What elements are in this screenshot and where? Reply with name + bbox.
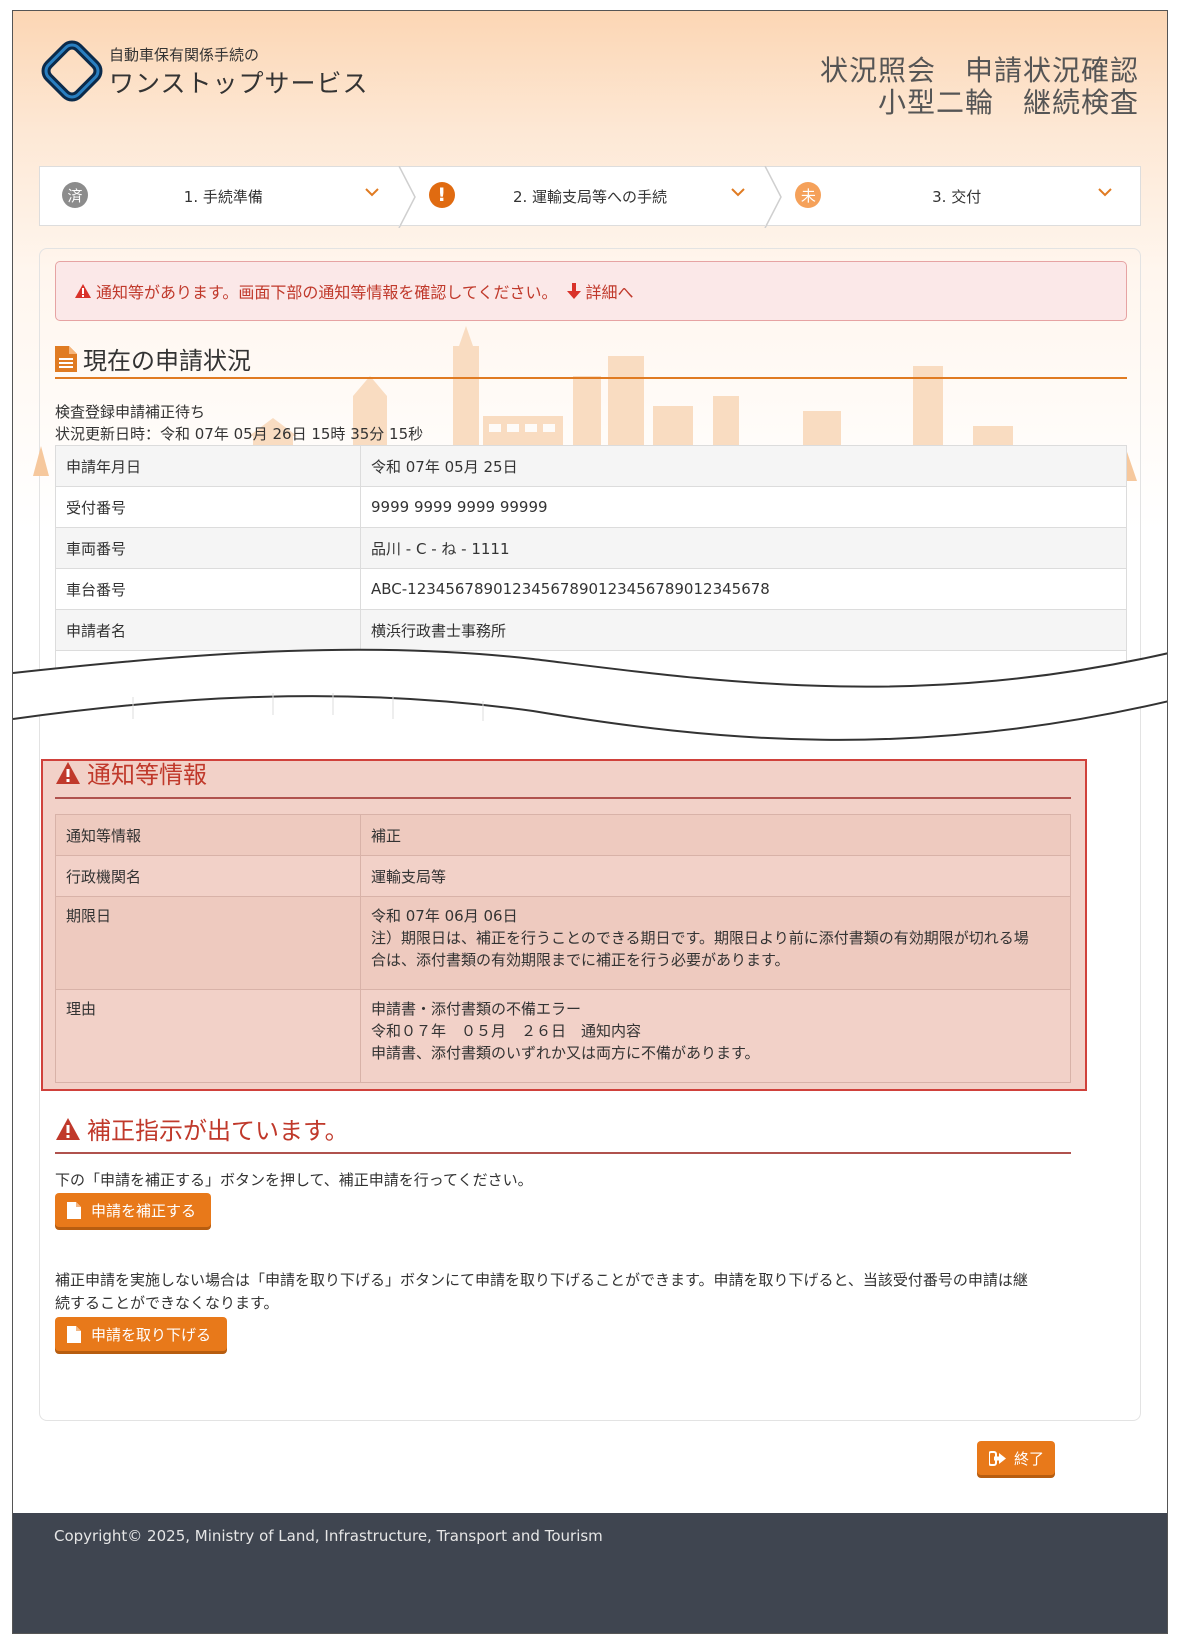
row-key: 理由 — [55, 989, 361, 1083]
application-status: 検査登録申請補正待ち — [55, 403, 206, 421]
correction-heading: 補正指示が出ています。 — [55, 1111, 349, 1146]
step-separator — [398, 166, 416, 228]
table-row: 車両番号 品川 - C - ね - 1111 — [55, 527, 1127, 569]
deadline-note: 注）期限日は、補正を行うことのできる期日です。期限日より前に添付書類の有効期限が… — [371, 929, 1029, 947]
notification-alert: 通知等があります。画面下部の通知等情報を確認してください。 詳細へ — [55, 261, 1127, 321]
table-row: 通知等情報 補正 — [55, 814, 1071, 856]
notice-divider — [55, 797, 1071, 799]
step-2-label: 2. 運輸支局等への手続 — [512, 188, 668, 206]
warning-icon — [56, 761, 80, 784]
withdraw-application-button[interactable]: 申請を取り下げる — [55, 1317, 227, 1351]
row-value: 令和 07年 05月 25日 — [360, 445, 1127, 487]
chevron-down-icon — [1098, 188, 1112, 197]
arrow-down-icon — [567, 283, 582, 299]
sign-out-icon — [989, 1450, 1006, 1466]
chevron-down-icon — [731, 188, 746, 197]
table-row: 申請年月日 令和 07年 05月 25日 — [55, 445, 1127, 487]
page-frame: 自動車保有関係手続の ワンストップサービス 状況照会 申請状況確認 小型二輪 継… — [12, 10, 1168, 1634]
brand-title: ワンストップサービス — [109, 69, 369, 98]
row-key: 期限日 — [55, 896, 361, 990]
deadline-date: 令和 07年 06月 06日 — [371, 907, 518, 925]
row-key: 受付番号 — [55, 486, 361, 528]
step-3-toggle[interactable]: 未 3. 交付 — [773, 167, 1140, 225]
table-row: 車台番号 ABC-12345678901234567890123456789012… — [55, 568, 1127, 610]
row-value: ABC-123456789012345678901234567890123456… — [360, 568, 1127, 610]
notice-title: 通知等情報 — [87, 761, 207, 789]
withdraw-button-label: 申請を取り下げる — [91, 1325, 212, 1344]
row-key: 通知等情報 — [55, 814, 361, 856]
current-status-heading: 現在の申請状況 — [55, 341, 251, 376]
chevron-down-icon — [364, 188, 379, 197]
step-3-label: 3. 交付 — [932, 188, 982, 206]
exit-button-label: 終了 — [1014, 1449, 1045, 1468]
footer: Copyright© 2025, Ministry of Land, Infra… — [13, 1513, 1167, 1633]
withdraw-explanation-1: 補正申請を実施しない場合は「申請を取り下げる」ボタンにて申請を取り下げることがで… — [55, 1271, 1028, 1289]
copyright-text: Copyright© 2025, Ministry of Land, Infra… — [54, 1527, 603, 1545]
reason-line: 申請書・添付書類の不備エラー — [371, 1000, 582, 1018]
row-value: 品川 - C - ね - 1111 — [360, 527, 1127, 569]
correct-application-button[interactable]: 申請を補正する — [55, 1193, 211, 1227]
current-status-title: 現在の申請状況 — [83, 347, 251, 375]
notice-info-table: 通知等情報 補正 行政機関名 運輸支局等 期限日 令和 07年 06月 06日 … — [55, 814, 1071, 1083]
row-key: 車台番号 — [55, 568, 361, 610]
correction-instruction: 下の「申請を補正する」ボタンを押して、補正申請を行ってください。 — [55, 1171, 533, 1189]
step-separator — [764, 166, 783, 228]
status-updated-time: 状況更新日時：令和 07年 05月 26日 15時 35分 15秒 — [55, 425, 424, 443]
reason-line: 申請書、添付書類のいずれか又は両方に不備があります。 — [371, 1044, 760, 1062]
file-icon — [67, 1201, 81, 1219]
exit-button[interactable]: 終了 — [977, 1441, 1055, 1475]
file-icon — [67, 1325, 81, 1343]
row-value: 申請書・添付書類の不備エラー 令和０７年 ０５月 ２６日 通知内容 申請書、添付… — [360, 989, 1071, 1083]
row-value: 補正 — [360, 814, 1071, 856]
page-break-wave — [13, 648, 1167, 741]
warning-icon — [56, 1117, 80, 1140]
progress-stepper: 済 1. 手続準備 ! 2. 運輸支局等への手続 未 3. 交付 — [39, 166, 1141, 228]
correct-button-label: 申請を補正する — [91, 1201, 197, 1220]
correction-title: 補正指示が出ています。 — [87, 1117, 349, 1145]
table-row: 理由 申請書・添付書類の不備エラー 令和０７年 ０５月 ２６日 通知内容 申請書… — [55, 989, 1071, 1083]
row-value: 9999 9999 9999 99999 — [360, 486, 1127, 528]
step-1-label: 1. 手続準備 — [183, 188, 263, 206]
warning-icon — [75, 284, 91, 298]
page-subtitle: 小型二輪 継続検査 — [877, 86, 1139, 119]
row-key: 行政機関名 — [55, 855, 361, 897]
correction-divider — [55, 1152, 1071, 1154]
step-2-toggle[interactable]: ! 2. 運輸支局等への手続 — [407, 166, 783, 228]
deadline-note-cont: 合は、添付書類の有効期限までに補正を行う必要があります。 — [371, 951, 790, 969]
table-row: 行政機関名 運輸支局等 — [55, 855, 1071, 897]
row-value: 令和 07年 06月 06日 注）期限日は、補正を行うことのできる期日です。期限… — [360, 896, 1071, 990]
notice-heading: 通知等情報 — [55, 755, 207, 790]
detail-link[interactable]: 詳細へ — [585, 279, 633, 303]
brand-subtitle: 自動車保有関係手続の — [109, 46, 260, 64]
row-key: 申請年月日 — [55, 445, 361, 487]
withdraw-explanation-2: 続することができなくなります。 — [55, 1294, 279, 1312]
alert-message: 通知等があります。画面下部の通知等情報を確認してください。 — [96, 283, 558, 302]
logo-icon — [41, 40, 103, 102]
row-value: 運輸支局等 — [360, 855, 1071, 897]
document-icon — [55, 345, 77, 372]
step-1-toggle[interactable]: 済 1. 手続準備 — [40, 166, 416, 228]
table-row: 受付番号 9999 9999 9999 99999 — [55, 486, 1127, 528]
row-key: 車両番号 — [55, 527, 361, 569]
table-row: 期限日 令和 07年 06月 06日 注）期限日は、補正を行うことのできる期日で… — [55, 896, 1071, 990]
section-divider — [55, 377, 1127, 379]
reason-line: 令和０７年 ０５月 ２６日 通知内容 — [371, 1022, 642, 1040]
